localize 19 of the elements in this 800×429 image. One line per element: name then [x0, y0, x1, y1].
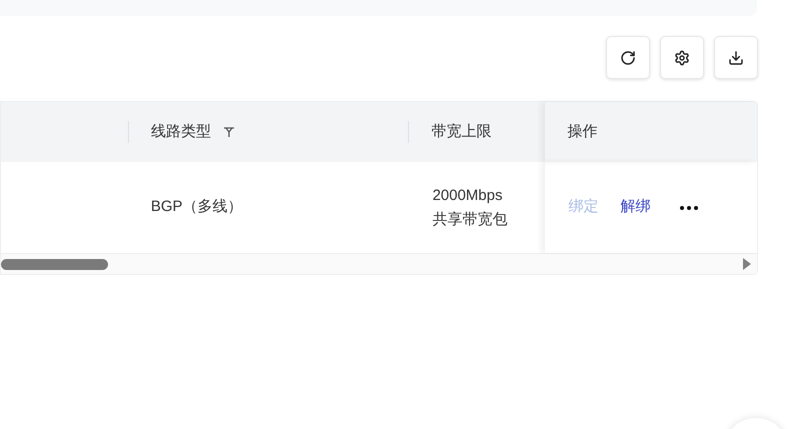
column-title: 线路类型 [150, 122, 211, 142]
action-link[interactable]: 解绑 [620, 196, 650, 219]
ellipsis-icon [680, 206, 698, 210]
download-icon [728, 50, 744, 66]
table-cell-text: BGP（多线） [150, 197, 244, 218]
filter-icon[interactable] [222, 126, 235, 138]
cell-text: 2000Mbps [432, 186, 504, 206]
refresh-button[interactable] [606, 36, 650, 79]
settings-icon [674, 50, 690, 66]
refresh-icon [620, 50, 636, 66]
download-button[interactable] [714, 36, 758, 79]
scroll-right-icon[interactable] [743, 258, 751, 270]
horizontal-scrollbar[interactable] [1, 254, 757, 274]
column-title: 带宽上限 [431, 122, 492, 142]
cell-text: 共享带宽包 [432, 210, 508, 230]
settings-button[interactable] [660, 36, 704, 79]
more-button[interactable] [680, 206, 698, 210]
scrollbar-thumb[interactable] [1, 258, 108, 270]
column-title: 操作 [567, 122, 598, 142]
